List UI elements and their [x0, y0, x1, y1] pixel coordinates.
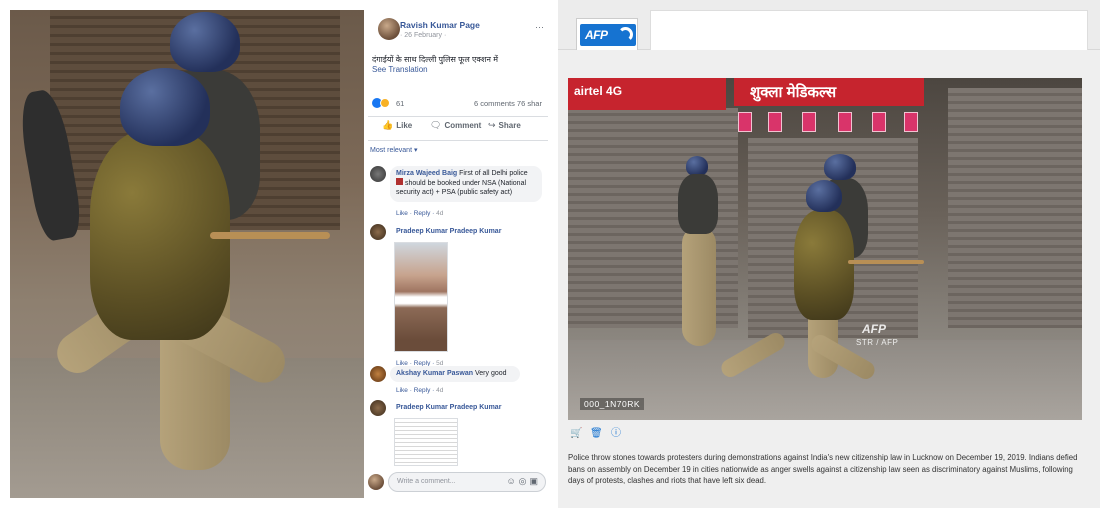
officer-front-body-armor	[90, 130, 230, 340]
facebook-post-photo[interactable]	[10, 10, 364, 498]
write-comment-input[interactable]: Write a comment... ☺◎▣	[388, 472, 546, 492]
comment-meta: Like · Reply · 4d	[396, 387, 444, 394]
hanging-banner	[738, 112, 752, 132]
comment-screenshot-image[interactable]	[394, 418, 458, 466]
standing-officer-body	[678, 174, 718, 234]
comment-item: Mirza Wajeed Baig First of all Delhi pol…	[370, 166, 546, 222]
comment-meta: Like · Reply · 4d	[396, 210, 444, 217]
hanging-banner	[872, 112, 886, 132]
commenter-avatar[interactable]	[370, 366, 386, 382]
share-label: Share	[498, 121, 521, 130]
standing-officer	[682, 226, 716, 346]
afp-watermark: AFP STR / AFP	[852, 322, 922, 356]
comment-text-line: security act) + PSA (public safety act)	[396, 189, 513, 196]
hanging-banner	[802, 112, 816, 132]
comment-time[interactable]: 4d	[436, 387, 443, 394]
medical-sign-text: शुक्ला मेडिकल्स	[750, 84, 837, 101]
baton	[210, 232, 330, 239]
afp-page: AFP airtel 4G शुक्ला मेडिकल्स AFP STR / …	[558, 0, 1100, 508]
afp-logo-arc-icon	[618, 27, 633, 42]
comment-label: Comment	[444, 121, 482, 130]
comment-bubble: Mirza Wajeed Baig First of all Delhi pol…	[390, 166, 542, 202]
reactions-bar[interactable]: 61 6 comments 76 shar	[372, 98, 548, 110]
comment-author[interactable]: Pradeep Kumar Pradeep Kumar	[396, 228, 501, 235]
more-options-icon[interactable]: ···	[535, 22, 544, 32]
share-button[interactable]: ↪ Share	[488, 120, 521, 131]
comment-author[interactable]: Akshay Kumar Paswan	[396, 370, 473, 377]
commenter-avatar[interactable]	[370, 224, 386, 240]
comment-text-line: should be booked under NSA (National	[405, 180, 527, 187]
afp-news-photo[interactable]: airtel 4G शुक्ला मेडिकल्स AFP STR / AFP …	[568, 78, 1082, 420]
facebook-sidebar: Ravish Kumar Page · 26 February · ··· दं…	[364, 10, 548, 498]
afp-home-tab[interactable]: AFP	[576, 18, 638, 50]
hanging-banner	[838, 112, 852, 132]
comment-text-line: First of all Delhi police	[459, 170, 528, 177]
like-button[interactable]: 👍 Like	[382, 120, 412, 131]
afp-logo-text: AFP	[585, 28, 608, 42]
post-actions: 👍 Like 🗨 Comment ↪ Share	[372, 120, 548, 134]
photo-caption: Police throw stones towards protesters d…	[568, 453, 1078, 485]
afp-header-area	[650, 10, 1088, 50]
comment-button[interactable]: 🗨 Comment	[430, 120, 481, 131]
comment-text: Very good	[475, 370, 507, 377]
officer-front-helmet	[806, 180, 842, 212]
officer-front-helmet	[120, 68, 210, 146]
comment-attachment-icons[interactable]: ☺◎▣	[506, 476, 541, 487]
basket-icon[interactable]: 🗑	[590, 428, 603, 440]
screenshot-root: Ravish Kumar Page · 26 February · ··· दं…	[0, 0, 1100, 508]
hanging-banner	[904, 112, 918, 132]
commenter-avatar[interactable]	[370, 400, 386, 416]
commenter-avatar[interactable]	[370, 166, 386, 182]
watermark-logo: AFP	[862, 322, 886, 336]
standing-officer-helmet	[686, 156, 708, 176]
hanging-banner	[768, 112, 782, 132]
comment-sort-dropdown[interactable]: Most relevant ▾	[370, 146, 417, 154]
afp-logo[interactable]: AFP	[580, 24, 636, 46]
image-id: 000_1N70RK	[580, 398, 645, 410]
haha-reaction-icon	[380, 98, 390, 108]
post-header: Ravish Kumar Page · 26 February · ···	[370, 18, 546, 44]
divider	[368, 140, 548, 141]
post-date[interactable]: · 26 February ·	[400, 32, 446, 39]
comment-icon: 🗨	[430, 120, 442, 130]
comment-reply-link[interactable]: Reply	[414, 210, 431, 217]
divider	[368, 116, 548, 117]
comment-like-link[interactable]: Like	[396, 387, 408, 394]
comment-item: Pradeep Kumar Pradeep Kumar	[370, 400, 546, 468]
photo-shutter-right	[948, 88, 1082, 328]
airtel-sign: airtel 4G	[568, 78, 726, 110]
cart-icon[interactable]: 🛒	[570, 428, 582, 440]
comment-item: Pradeep Kumar Pradeep Kumar Like · Reply…	[370, 224, 546, 367]
reaction-count[interactable]: 61	[396, 99, 404, 108]
baton	[848, 260, 924, 264]
officer-front-body-armor	[794, 210, 854, 320]
post-text: दंगाईयों के साथ दिल्ली पुलिस फूल एक्शन म…	[372, 55, 498, 64]
medical-shop-sign: शुक्ला मेडिकल्स	[734, 78, 924, 106]
comment-image[interactable]	[394, 242, 448, 352]
afp-top-bar: AFP	[558, 0, 1100, 50]
current-user-avatar	[368, 474, 384, 490]
comment-reply-link[interactable]: Reply	[414, 387, 431, 394]
see-translation-link[interactable]: See Translation	[372, 65, 428, 74]
comment-author[interactable]: Pradeep Kumar Pradeep Kumar	[396, 404, 501, 411]
comment-like-link[interactable]: Like	[396, 210, 408, 217]
page-name-link[interactable]: Ravish Kumar Page	[400, 20, 480, 30]
facebook-post-panel: Ravish Kumar Page · 26 February · ··· दं…	[10, 10, 548, 498]
comment-time[interactable]: 4d	[436, 210, 443, 217]
airtel-sign-text: airtel 4G	[574, 84, 623, 98]
info-icon[interactable]: ⓘ	[610, 428, 622, 440]
comment-author[interactable]: Mirza Wajeed Baig	[396, 170, 457, 177]
flag-icon	[396, 178, 403, 185]
share-icon: ↪	[488, 120, 496, 130]
comment-bubble: Akshay Kumar Paswan Very good	[390, 366, 520, 382]
write-comment-placeholder: Write a comment...	[397, 478, 456, 485]
comments-shares-count[interactable]: 6 comments 76 shar	[474, 99, 542, 108]
like-label: Like	[396, 121, 413, 130]
thumbs-up-icon: 👍	[382, 120, 394, 130]
photo-credit: STR / AFP	[856, 338, 899, 347]
officer-back-helmet	[824, 154, 856, 180]
comment-item: Akshay Kumar Paswan Very good Like · Rep…	[370, 366, 546, 396]
officer-back-helmet	[170, 12, 240, 72]
page-avatar[interactable]	[378, 18, 400, 40]
